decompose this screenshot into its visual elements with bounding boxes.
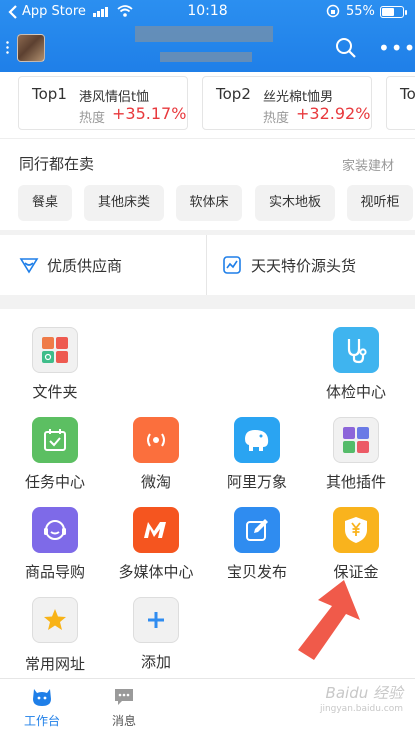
battery-percent: 55% <box>346 4 375 19</box>
workbench-icon <box>33 689 51 706</box>
peer-chip[interactable]: 实木地板 <box>255 185 335 221</box>
watermark-logo: Baidu 经验 jingyan.baidu.com <box>319 684 403 714</box>
tab-label: 消息 <box>111 714 136 728</box>
rotation-lock-icon <box>326 4 340 22</box>
daily-deal-label: 天天特价源头货 <box>251 256 357 275</box>
divider <box>206 235 207 295</box>
peer-chip[interactable]: 其他床类 <box>84 185 164 221</box>
trend-rank: Top1 <box>32 85 67 103</box>
trend-name: 丝光棉t恤男 <box>263 90 334 105</box>
tab-label: 工作台 <box>23 714 60 728</box>
diamond-icon <box>19 258 39 274</box>
redacted-title <box>135 26 273 42</box>
app-label: 其他插件 <box>325 473 386 491</box>
app-label: 体检中心 <box>325 383 386 401</box>
yen-shield-icon <box>333 507 379 553</box>
quality-supplier-link[interactable]: 优质供应商 <box>19 235 122 295</box>
trend-name: 港风情侣t恤 <box>79 90 150 105</box>
tab-messages[interactable]: 消息 <box>94 687 154 729</box>
trending-card[interactable]: Top1 港风情侣t恤 热度 +35.17% <box>18 76 188 130</box>
shop-avatar[interactable] <box>17 34 45 62</box>
peer-chip[interactable]: 软体床 <box>176 185 242 221</box>
app-label: 任务中心 <box>24 473 85 491</box>
pointer-arrow-annotation <box>298 580 360 660</box>
trend-rank: To <box>400 85 415 103</box>
peers-panel: 同行都在卖 家装建材 餐桌 其他床类 软体床 实木地板 视听柜 <box>0 138 415 230</box>
more-icon[interactable]: ••• <box>378 38 415 58</box>
trending-panel: Top1 港风情侣t恤 热度 +35.17% Top2 丝光棉t恤男 热度 +3… <box>0 72 415 138</box>
trend-chart-icon <box>223 256 241 274</box>
top-header: App Store 10:18 55% ••• <box>0 0 415 72</box>
multimedia-m-icon <box>133 507 179 553</box>
folder-grid-icon <box>32 327 78 373</box>
app-label: 商品导购 <box>24 563 85 581</box>
broadcast-icon <box>133 417 179 463</box>
tab-bar: 工作台 消息 Baidu 经验 jingyan.baidu.com <box>0 678 415 734</box>
supplier-panel: 优质供应商 天天特价源头货 <box>0 235 415 295</box>
trending-card[interactable]: Top2 丝光棉t恤男 热度 +32.92% <box>202 76 372 130</box>
plugins-grid-icon <box>333 417 379 463</box>
search-icon[interactable] <box>334 36 358 60</box>
headset-icon <box>32 507 78 553</box>
app-label: 阿里万象 <box>226 473 287 491</box>
trend-heat-label: 热度 <box>79 111 106 126</box>
calendar-check-icon <box>32 417 78 463</box>
edit-icon <box>234 507 280 553</box>
battery-icon <box>380 6 407 18</box>
trend-value: +32.92% <box>296 104 371 123</box>
trend-heat-label: 热度 <box>263 111 290 126</box>
peer-chip[interactable]: 视听柜 <box>347 185 413 221</box>
daily-deal-link[interactable]: 天天特价源头货 <box>222 235 356 295</box>
star-icon <box>32 597 78 643</box>
message-icon <box>115 689 133 705</box>
quality-supplier-label: 优质供应商 <box>47 256 123 275</box>
app-screen: { "status_bar": { "back_app": "App Store… <box>0 0 415 734</box>
elephant-icon <box>234 417 280 463</box>
status-bar: App Store 10:18 55% <box>0 0 415 24</box>
nav-bar: ••• <box>0 24 415 72</box>
peers-category[interactable]: 家装建材 <box>342 155 394 174</box>
app-label: 文件夹 <box>32 383 78 401</box>
redacted-subtitle <box>160 52 252 62</box>
drag-handle-icon[interactable] <box>6 40 9 54</box>
app-label: 添加 <box>140 653 171 671</box>
trend-value: +35.17% <box>112 104 187 123</box>
peers-title: 同行都在卖 <box>19 155 95 173</box>
app-label: 多媒体中心 <box>118 563 194 581</box>
plus-icon <box>133 597 179 643</box>
stethoscope-icon <box>333 327 379 373</box>
app-label: 微淘 <box>140 473 171 491</box>
peer-chip[interactable]: 餐桌 <box>18 185 72 221</box>
tab-workbench[interactable]: 工作台 <box>12 687 72 729</box>
app-label: 常用网址 <box>24 655 85 673</box>
trend-rank: Top2 <box>216 85 251 103</box>
trending-card[interactable]: To <box>386 76 415 130</box>
